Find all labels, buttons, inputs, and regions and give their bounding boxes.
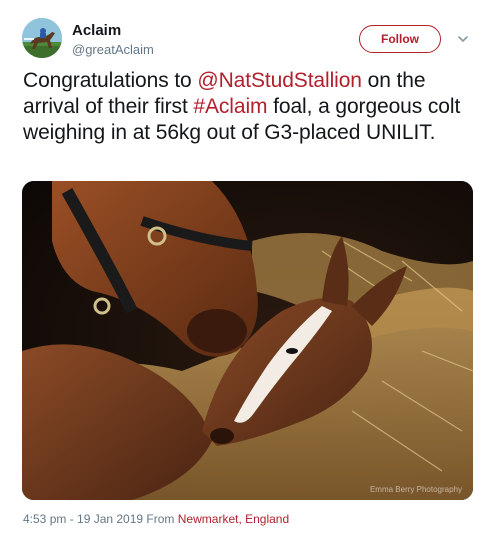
tweet-card: Aclaim @greatAclaim Follow Congratulatio… bbox=[0, 0, 497, 537]
tweet-photo[interactable]: Emma Berry Photography bbox=[22, 181, 473, 500]
tweet-text-part: Congratulations to bbox=[23, 69, 198, 92]
display-name[interactable]: Aclaim bbox=[72, 22, 121, 39]
chevron-down-icon[interactable] bbox=[456, 32, 470, 46]
location-link[interactable]: Newmarket, England bbox=[178, 512, 289, 526]
avatar[interactable] bbox=[22, 18, 62, 58]
tweet-meta: 4:53 pm - 19 Jan 2019 From Newmarket, En… bbox=[23, 512, 289, 526]
foal-and-mare-photo: Emma Berry Photography bbox=[22, 181, 473, 500]
photo-watermark: Emma Berry Photography bbox=[370, 485, 462, 494]
user-handle[interactable]: @greatAclaim bbox=[72, 42, 154, 57]
timestamp[interactable]: 4:53 pm - 19 Jan 2019 bbox=[23, 512, 143, 526]
hashtag-link[interactable]: #Aclaim bbox=[193, 95, 267, 118]
follow-button[interactable]: Follow bbox=[359, 25, 441, 53]
mention-link[interactable]: @NatStudStallion bbox=[197, 69, 362, 92]
from-label: From bbox=[143, 512, 178, 526]
tweet-text: Congratulations to @NatStudStallion on t… bbox=[23, 68, 473, 146]
avatar-image bbox=[22, 18, 62, 58]
